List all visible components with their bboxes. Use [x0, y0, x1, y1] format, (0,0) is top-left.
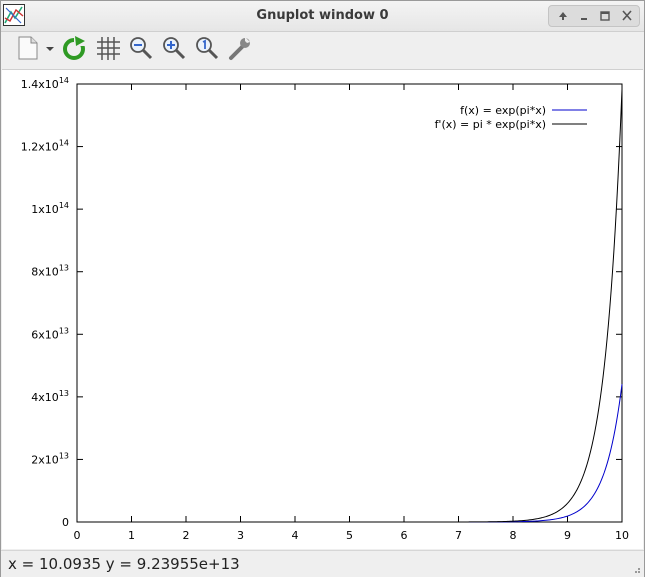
minimize-icon — [581, 18, 587, 20]
x-tick-label: 3 — [237, 529, 244, 542]
maximize-button[interactable] — [596, 8, 614, 24]
maximize-icon — [600, 11, 610, 21]
zoom-reset-icon — [196, 37, 219, 60]
refresh-icon — [63, 36, 86, 60]
close-icon — [622, 10, 632, 21]
window-controls — [548, 5, 640, 27]
series-line-2 — [77, 89, 623, 523]
coordinate-readout: x = 10.0935 y = 9.23955e+13 — [8, 555, 240, 573]
x-tick-label: 1 — [128, 529, 135, 542]
x-tick-label: 6 — [401, 529, 408, 542]
y-tick-label: 6x1013 — [31, 326, 69, 341]
status-bar: x = 10.0935 y = 9.23955e+13 — [1, 550, 644, 577]
y-tick-label: 1.4x1014 — [21, 76, 69, 91]
plot-canvas[interactable]: 0 1 2 3 4 5 6 7 8 9 10 0 2x1013 4x1013 6x1013 8x1013 1x1… — [2, 70, 643, 549]
grid-icon — [97, 37, 120, 60]
y-tick-label: 4x1013 — [31, 389, 69, 404]
autoscale-button[interactable] — [193, 34, 221, 62]
plot-border — [76, 83, 623, 523]
x-tick-label: 5 — [346, 529, 353, 542]
x-tick-label: 9 — [564, 529, 571, 542]
y-tick-label: 1x1014 — [31, 201, 69, 216]
y-tick-label: 2x1013 — [31, 451, 69, 466]
title-bar[interactable]: Gnuplot window 0 — [1, 1, 644, 32]
zoom-in-icon — [163, 37, 186, 60]
grid-button[interactable] — [94, 34, 122, 62]
y-tick-label: 0 — [62, 516, 69, 529]
y-tick-label: 1.2x1014 — [21, 139, 69, 154]
preferences-button[interactable] — [226, 34, 254, 62]
resize-grip-icon[interactable] — [631, 564, 641, 574]
x-tick-label: 7 — [455, 529, 462, 542]
copy-to-clipboard-button[interactable] — [15, 34, 59, 62]
series-line-1 — [77, 384, 623, 523]
x-tick-label: 4 — [292, 529, 299, 542]
wrench-icon — [229, 37, 250, 60]
legend-label-1: f(x) = exp(pi*x) — [460, 104, 546, 117]
keep-above-button[interactable] — [554, 8, 572, 24]
dropdown-arrow-icon — [46, 47, 54, 51]
y-tick-label: 8x1013 — [31, 264, 69, 279]
up-arrow-icon — [559, 12, 567, 20]
zoom-next-button[interactable] — [160, 34, 188, 62]
x-tick-label: 0 — [74, 529, 81, 542]
zoom-previous-button[interactable] — [127, 34, 155, 62]
x-tick-label: 2 — [183, 529, 190, 542]
zoom-out-icon — [130, 37, 153, 60]
replot-button[interactable] — [61, 34, 89, 62]
x-tick-label: 8 — [510, 529, 517, 542]
legend-label-2: f'(x) = pi * exp(pi*x) — [435, 118, 546, 131]
close-button[interactable] — [618, 8, 636, 24]
gnuplot-window: Gnuplot window 0 0 1 2 3 4 5 6 7 8 9 10 … — [0, 0, 645, 577]
minimize-button[interactable] — [575, 8, 593, 24]
toolbar — [1, 32, 644, 66]
document-icon — [18, 36, 54, 60]
x-tick-label: 10 — [615, 529, 629, 542]
plot-area[interactable]: 0 1 2 3 4 5 6 7 8 9 10 0 2x1013 4x1013 6x1013 8x1013 1x1… — [2, 69, 643, 549]
